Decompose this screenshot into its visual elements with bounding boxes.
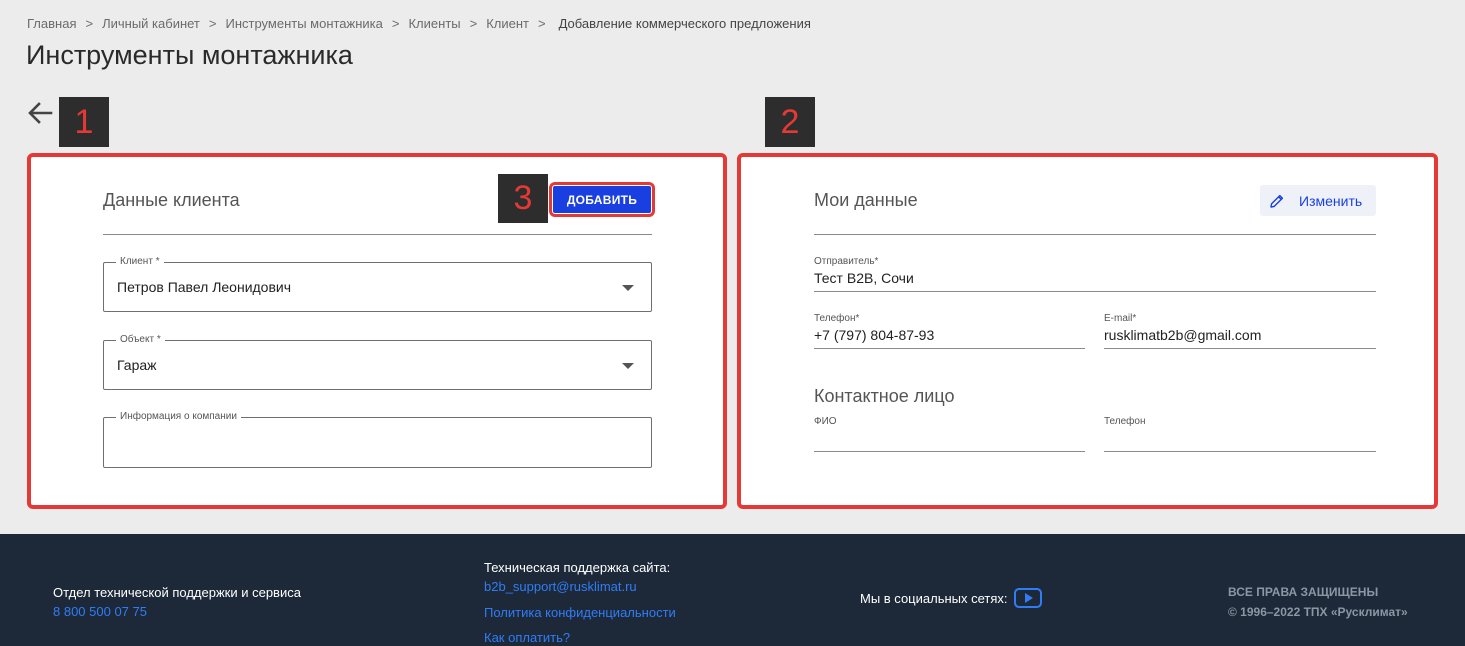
sender-field[interactable]: Отправитель* Тест B2B, Сочи	[814, 256, 1376, 292]
breadcrumb-separator: >	[391, 16, 400, 31]
rights-text: ВСЕ ПРАВА ЗАЩИЩЕНЫ	[1228, 585, 1379, 599]
divider	[103, 234, 652, 235]
breadcrumb-separator: >	[208, 16, 217, 31]
phone-label: Телефон*	[814, 313, 860, 324]
breadcrumb-current: Добавление коммерческого предложения	[558, 16, 811, 31]
email-label: E-mail*	[1104, 313, 1137, 324]
support-dept-label: Отдел технической поддержки и сервиса	[53, 585, 301, 600]
youtube-icon[interactable]	[1014, 588, 1042, 608]
edit-button[interactable]: Изменить	[1260, 185, 1376, 216]
client-data-title: Данные клиента	[103, 190, 240, 210]
breadcrumb-item-account[interactable]: Личный кабинет	[102, 16, 200, 31]
how-to-pay-link[interactable]: Как оплатить?	[484, 630, 570, 645]
breadcrumb-item-home[interactable]: Главная	[27, 16, 76, 31]
client-select[interactable]: Клиент * Петров Павел Леонидович	[103, 256, 652, 312]
divider	[814, 234, 1376, 235]
breadcrumb-separator: >	[85, 16, 94, 31]
copyright-text: © 1996–2022 ТПХ «Русклимат»	[1228, 605, 1408, 619]
pencil-icon	[1270, 194, 1284, 208]
company-info-field[interactable]: Информация о компании	[103, 411, 652, 468]
caret-down-icon	[622, 285, 634, 291]
sender-value: Тест B2B, Сочи	[814, 270, 914, 286]
breadcrumb-item-client[interactable]: Клиент	[486, 16, 529, 31]
add-button[interactable]: ДОБАВИТЬ	[549, 182, 655, 217]
breadcrumb-item-clients[interactable]: Клиенты	[408, 16, 460, 31]
annotation-marker-3: 3	[498, 174, 548, 223]
breadcrumb-separator: >	[469, 16, 478, 31]
social-label: Мы в социальных сетях:	[860, 591, 1008, 606]
object-select-label: Объект *	[116, 334, 165, 345]
phone-value: +7 (797) 804-87-93	[814, 327, 935, 343]
breadcrumb-separator: >	[538, 16, 546, 31]
breadcrumb: Главная > Личный кабинет > Инструменты монта…	[27, 16, 811, 31]
support-phone-link[interactable]: 8 800 500 07 75	[53, 604, 147, 619]
client-select-label: Клиент *	[116, 256, 164, 267]
contact-phone-label: Телефон	[1104, 416, 1146, 427]
annotation-marker-1: 1	[59, 97, 109, 147]
add-button-label: ДОБАВИТЬ	[553, 186, 651, 213]
sender-label: Отправитель*	[814, 256, 879, 267]
privacy-policy-link[interactable]: Политика конфиденциальности	[484, 605, 676, 620]
tech-support-title: Техническая поддержка сайта:	[484, 560, 671, 575]
phone-field[interactable]: Телефон* +7 (797) 804-87-93	[814, 313, 1085, 349]
my-data-title: Мои данные	[814, 190, 918, 210]
object-select[interactable]: Объект * Гараж	[103, 334, 652, 390]
email-value: rusklimatb2b@gmail.com	[1104, 327, 1262, 343]
contact-person-title: Контактное лицо	[814, 386, 955, 406]
tech-support-email-link[interactable]: b2b_support@rusklimat.ru	[484, 579, 637, 594]
arrow-left-icon[interactable]	[25, 98, 55, 128]
client-select-value: Петров Павел Леонидович	[117, 279, 292, 295]
contact-phone-field[interactable]: Телефон	[1104, 416, 1376, 452]
edit-button-label: Изменить	[1299, 192, 1363, 209]
contact-name-label: ФИО	[814, 416, 837, 427]
company-info-label: Информация о компании	[116, 411, 241, 422]
contact-name-field[interactable]: ФИО	[814, 416, 1085, 452]
breadcrumb-item-tools[interactable]: Инструменты монтажника	[225, 16, 382, 31]
email-field[interactable]: E-mail* rusklimatb2b@gmail.com	[1104, 313, 1376, 349]
annotation-marker-2: 2	[765, 97, 815, 147]
footer: Отдел технической поддержки и сервиса 8 …	[0, 534, 1465, 646]
object-select-value: Гараж	[117, 357, 157, 373]
caret-down-icon	[622, 363, 634, 369]
page-title: Инструменты монтажника	[26, 40, 353, 70]
